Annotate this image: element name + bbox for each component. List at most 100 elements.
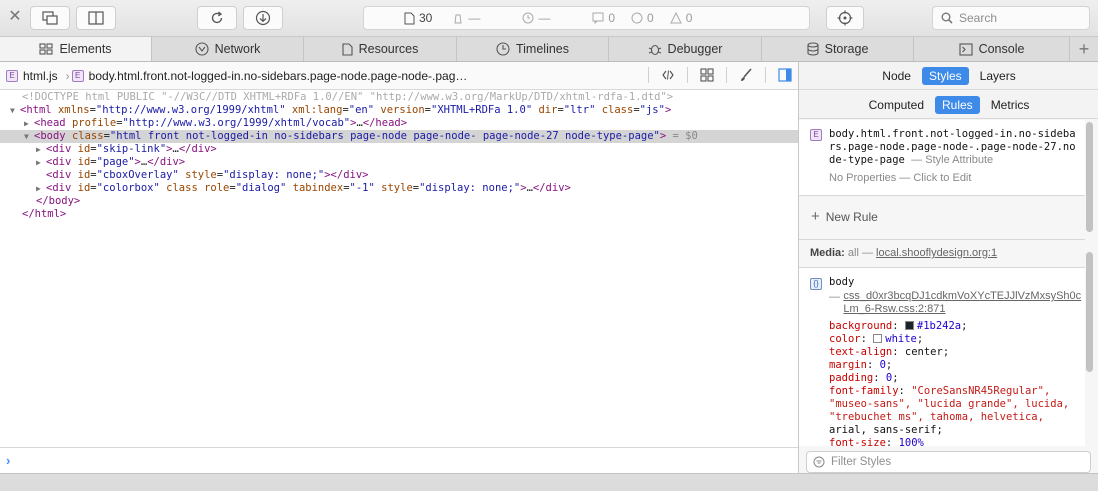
doctype-text: <!DOCTYPE html PUBLIC "-//W3C//DTD XHTML… [22, 91, 674, 103]
inspect-element-button[interactable] [826, 6, 864, 30]
media-source-link[interactable]: local.shooflydesign.org:1 [876, 247, 997, 259]
duration-value: — [538, 11, 551, 25]
rules-scrollbar-lower[interactable] [1086, 252, 1093, 372]
document-icon [404, 12, 415, 24]
load-time[interactable]: — [452, 6, 480, 30]
dom-node-body-close[interactable]: </body> [0, 195, 798, 208]
property-color[interactable]: color: white; [829, 333, 1085, 346]
reload-button[interactable] [197, 6, 237, 30]
dom-node-body-selected[interactable]: ▼ <body class="html front not-logged-in n… [0, 130, 798, 143]
dom-node-head[interactable]: ▶ <head profile="http://www.w3.org/1999/x… [0, 117, 798, 130]
crosshair-icon [837, 10, 853, 26]
add-tab-button[interactable]: + [1070, 37, 1098, 61]
dom-node-div-colorbox[interactable]: ▶ <div id="colorbox" class role="dialog" … [0, 182, 798, 195]
new-rule-button[interactable]: + New Rule [799, 196, 1085, 240]
divider [726, 67, 727, 83]
disclosure-triangle-icon[interactable]: ▼ [24, 130, 34, 143]
divider [648, 67, 649, 83]
segment-styles[interactable]: Styles [921, 66, 969, 85]
download-button[interactable] [243, 6, 283, 30]
tab-network[interactable]: Network [152, 37, 304, 61]
dom-node-div-page[interactable]: ▶ <div id="page">…</div> [0, 156, 798, 169]
rule-selector: body.html.front.not-logged-in.no-sidebar… [829, 128, 1076, 166]
disclosure-triangle-icon[interactable]: ▶ [24, 117, 34, 130]
search-field[interactable] [932, 6, 1090, 30]
bug-icon [648, 44, 661, 56]
source-code-icon[interactable] [661, 68, 675, 82]
disclosure-triangle-icon[interactable]: ▶ [36, 182, 46, 195]
stylesheet-source-link[interactable]: css_d0xr3bcqDJ1cdkmVoXYcTEJJlVzMxsySh0cL… [843, 290, 1083, 316]
warnings-count[interactable]: 0 [669, 6, 692, 30]
tab-label: Console [978, 42, 1025, 56]
breadcrumb-separator: › [65, 68, 70, 83]
bottom-status-strip [0, 473, 1098, 491]
elements-icon [39, 43, 53, 55]
detach-window-button[interactable] [30, 6, 70, 30]
tab-console[interactable]: Console [914, 37, 1070, 61]
dom-node-doctype[interactable]: <!DOCTYPE html PUBLIC "-//W3C//DTD XHTML… [0, 91, 798, 104]
tab-resources[interactable]: Resources [304, 37, 457, 61]
properties-list: background: #1b242a; color: white; text-… [829, 320, 1085, 446]
property-font-size[interactable]: font-size: 100% [829, 437, 1085, 446]
rules-scrollbar[interactable] [1086, 122, 1093, 232]
tab-timelines[interactable]: Timelines [457, 37, 609, 61]
property-font-family[interactable]: font-family: "CoreSansNR45Regular", [829, 385, 1085, 398]
tab-debugger[interactable]: Debugger [609, 37, 762, 61]
download-icon [255, 10, 271, 26]
breadcrumb-item-body[interactable]: E body.html.front.not-logged-in.no-sideb… [71, 69, 467, 83]
dom-node-div-skip-link[interactable]: ▶ <div id="skip-link">…</div> [0, 143, 798, 156]
reload-icon [211, 11, 223, 24]
dock-toggle-button[interactable] [76, 6, 116, 30]
search-input[interactable] [959, 11, 1079, 25]
brush-icon[interactable] [739, 68, 753, 82]
breadcrumb-item-html[interactable]: E html.js [0, 69, 58, 83]
property-background[interactable]: background: #1b242a; [829, 320, 1085, 333]
segment-metrics[interactable]: Metrics [984, 96, 1037, 114]
console-prompt-area[interactable]: › [0, 447, 798, 473]
weight-icon [454, 14, 462, 24]
toolbar: ✕ 30 — — 0 0 0 [0, 0, 1098, 37]
close-icon[interactable]: ✕ [7, 9, 23, 25]
rules-list: E body.html.front.not-logged-in.no-sideb… [799, 120, 1085, 446]
warning-icon [669, 12, 682, 24]
duration[interactable]: — [522, 6, 550, 30]
filter-styles-field[interactable] [806, 451, 1091, 473]
search-icon [941, 12, 953, 24]
dom-node-div-cboxoverlay[interactable]: <div id="cboxOverlay" style="display: no… [0, 169, 798, 182]
tab-elements[interactable]: Elements [0, 37, 152, 61]
resources-count[interactable]: 30 [404, 6, 432, 30]
empty-properties-hint[interactable]: No Properties — Click to Edit [829, 172, 1079, 184]
sidebar-toggle-icon[interactable] [778, 68, 792, 82]
console-icon [959, 42, 973, 56]
color-swatch[interactable] [873, 334, 883, 343]
filter-styles-input[interactable] [831, 456, 1071, 468]
resources-count-value: 30 [419, 11, 433, 25]
errors-count[interactable]: 0 [631, 6, 654, 30]
logs-count[interactable]: 0 [592, 6, 615, 30]
property-margin[interactable]: margin: 0; [829, 359, 1085, 372]
segment-layers[interactable]: Layers [973, 67, 1023, 85]
tab-label: Timelines [515, 42, 570, 56]
body-rule[interactable]: {} body — css_d0xr3bcqDJ1cdkmVoXYcTEJJlV… [799, 268, 1085, 446]
color-swatch[interactable] [904, 321, 914, 330]
dom-node-html[interactable]: ▼ <html xmlns="http://www.w3.org/1999/xht… [0, 104, 798, 117]
disclosure-triangle-icon[interactable]: ▼ [10, 104, 20, 117]
dom-tree: <!DOCTYPE html PUBLIC "-//W3C//DTD XHTML… [0, 91, 798, 221]
property-padding[interactable]: padding: 0; [829, 372, 1085, 385]
styles-sidebar: Node Styles Layers Computed Rules Metric… [798, 62, 1098, 473]
tag-name: html [26, 104, 52, 116]
load-time-value: — [468, 11, 481, 25]
activity-viewer: 30 — — 0 0 0 [363, 6, 810, 30]
property-text-align[interactable]: text-align: center; [829, 346, 1085, 359]
style-attribute-rule[interactable]: E body.html.front.not-logged-in.no-sideb… [799, 120, 1085, 196]
segment-computed[interactable]: Computed [862, 96, 931, 114]
tab-storage[interactable]: Storage [762, 37, 914, 61]
dom-node-html-close[interactable]: </html> [0, 208, 798, 221]
disclosure-triangle-icon[interactable]: ▶ [36, 156, 46, 169]
log-icon [592, 12, 604, 24]
segment-node[interactable]: Node [875, 67, 918, 85]
property-font-family-cont: "trebuchet ms", tahoma, helvetica, [829, 411, 1044, 423]
disclosure-triangle-icon[interactable]: ▶ [36, 143, 46, 156]
segment-rules[interactable]: Rules [935, 95, 980, 114]
grid-layout-icon[interactable] [700, 68, 714, 82]
